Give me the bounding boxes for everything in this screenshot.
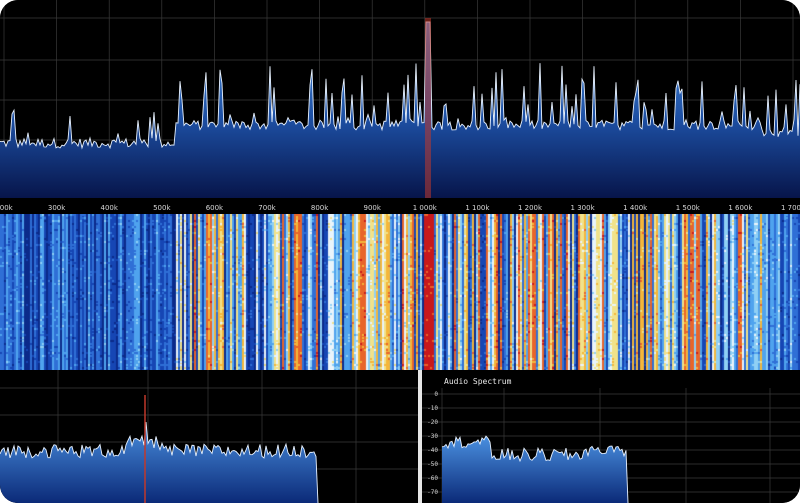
frequency-label: 1 100k	[465, 204, 490, 212]
db-label: -30	[427, 433, 438, 440]
frequency-label: 300k	[48, 204, 66, 212]
frequency-label: 600k	[206, 204, 224, 212]
db-label: 0	[434, 391, 438, 398]
main-spectrum-fill	[0, 22, 800, 198]
frequency-label: 700k	[258, 204, 276, 212]
audio-spectrum-title: Audio Spectrum	[444, 377, 512, 386]
frequency-label: 800k	[311, 204, 329, 212]
main-spectrum-panel[interactable]: 200k 300k 400k 500k 600k 700k 800k 900k 1 000k 1 …	[0, 0, 800, 214]
db-label: -20	[427, 419, 438, 426]
frequency-label: 1 500k	[676, 204, 701, 212]
frequency-label: 900k	[363, 204, 381, 212]
zoom-spectrum-panel[interactable]	[0, 370, 418, 503]
tuning-marker[interactable]	[425, 18, 431, 198]
waterfall-display[interactable]	[0, 214, 800, 370]
db-label: -70	[427, 489, 438, 496]
frequency-label: 500k	[153, 204, 171, 212]
frequency-label: 1 200k	[518, 204, 543, 212]
frequency-label: 400k	[100, 204, 118, 212]
frequency-label: 1 700k	[781, 204, 800, 212]
waterfall-panel[interactable]	[0, 214, 800, 370]
frequency-label: 1 400k	[623, 204, 648, 212]
frequency-label: 200k	[0, 204, 14, 212]
zoom-spectrum-fill	[0, 422, 318, 503]
audio-db-labels: 0 -10 -20 -30 -40 -50 -60 -70	[427, 391, 438, 496]
audio-spectrum-panel[interactable]: Audio Spectrum 0 -10 -20 -30 -40 -50 -60 -70	[422, 370, 800, 503]
db-label: -40	[427, 447, 438, 454]
frequency-label: 1 000k	[413, 204, 438, 212]
main-spectrum-plot[interactable]: 200k 300k 400k 500k 600k 700k 800k 900k 1 000k 1 …	[0, 0, 800, 214]
frequency-label: 1 300k	[571, 204, 596, 212]
audio-spectrum-plot[interactable]: Audio Spectrum 0 -10 -20 -30 -40 -50 -60 -70	[422, 370, 800, 503]
sdr-receiver-window: 200k 300k 400k 500k 600k 700k 800k 900k 1 000k 1 …	[0, 0, 800, 503]
frequency-label: 1 600k	[728, 204, 753, 212]
zoom-spectrum-plot[interactable]	[0, 370, 418, 503]
db-label: -50	[427, 461, 438, 468]
db-label: -10	[427, 405, 438, 412]
db-label: -60	[427, 475, 438, 482]
